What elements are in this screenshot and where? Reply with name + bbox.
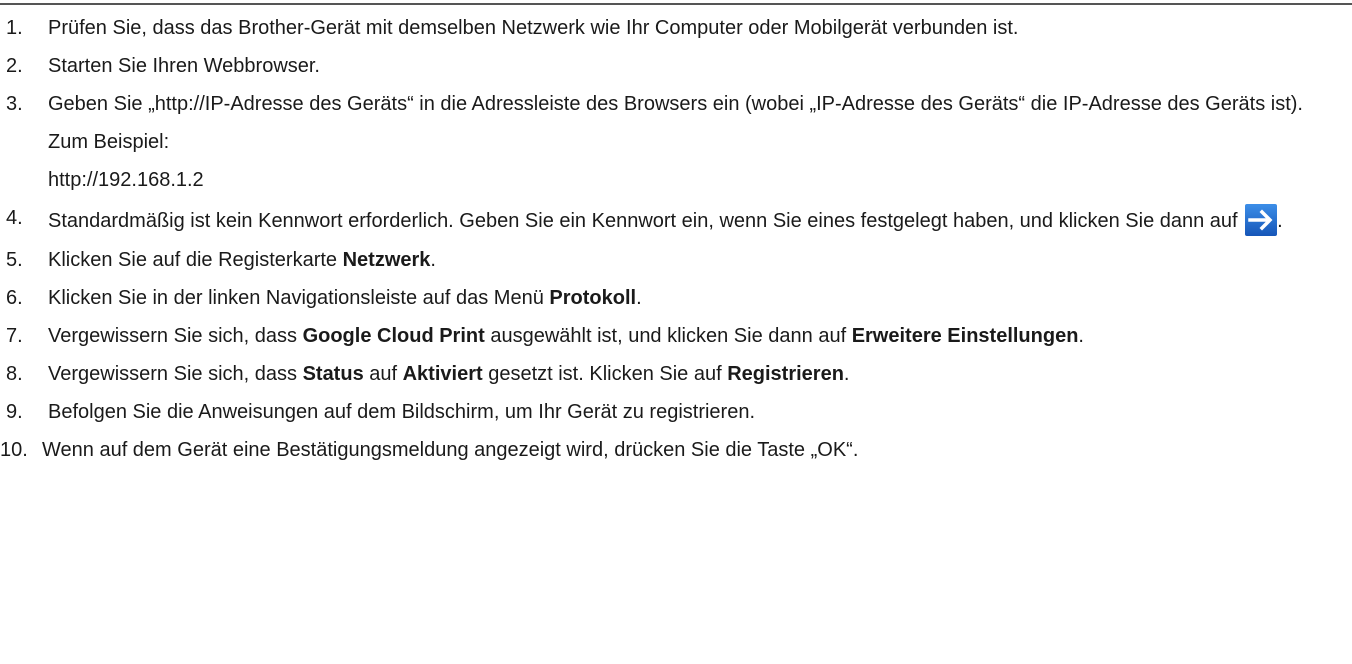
- step-3-body: Geben Sie „http://IP-Adresse des Geräts“…: [48, 90, 1340, 194]
- ui-term-netzwerk: Netzwerk: [342, 249, 431, 271]
- step-text: Starten Sie Ihren Webbrowser.: [48, 55, 320, 77]
- step-text: Klicken Sie in der linken Navigationslei…: [48, 287, 550, 309]
- step-number: 7.: [6, 325, 23, 347]
- ui-term-google-cloud-print: Google Cloud Print: [302, 325, 485, 347]
- ui-term-erweitere-einstellungen: Erweitere Einstellungen: [851, 325, 1079, 347]
- step-text-mid: auf: [363, 363, 403, 385]
- step-1: 1. Prüfen Sie, dass das Brother-Gerät mi…: [0, 14, 1340, 42]
- step-2: 2. Starten Sie Ihren Webbrowser.: [0, 52, 1340, 80]
- step-text-end: .: [843, 363, 850, 385]
- step-number: 1.: [6, 17, 23, 39]
- step-text-end: .: [1078, 325, 1084, 347]
- step-text: Vergewissern Sie sich, dass: [48, 363, 303, 385]
- step-number: 2.: [6, 55, 23, 77]
- step-text: Klicken Sie auf die Registerkarte: [48, 249, 343, 271]
- step-7-body: Vergewissern Sie sich, dass Google Cloud…: [48, 322, 1340, 350]
- step-text: Geben Sie „http://IP-Adresse des Geräts“…: [48, 93, 1303, 115]
- step-9: 9. Befolgen Sie die Anweisungen auf dem …: [0, 398, 1340, 426]
- step-text-mid: ausgewählt ist, und klicken Sie dann auf: [484, 325, 852, 347]
- step-text: Wenn auf dem Gerät eine Bestätigungsmeld…: [42, 439, 859, 461]
- step-text: Befolgen Sie die Anweisungen auf dem Bil…: [48, 401, 756, 423]
- example-label: Zum Beispiel:: [48, 131, 170, 153]
- step-3: 3. Geben Sie „http://IP-Adresse des Gerä…: [0, 90, 1340, 194]
- step-number: 6.: [6, 287, 23, 309]
- step-text-end: .: [1277, 210, 1283, 232]
- step-text: Standardmäßig ist kein Kennwort erforder…: [48, 210, 1244, 232]
- step-number: 9.: [6, 401, 23, 423]
- step-number: 5.: [6, 249, 23, 271]
- ui-term-registrieren: Registrieren: [727, 363, 844, 385]
- step-text-end: .: [430, 249, 436, 271]
- step-10: 10. Wenn auf dem Gerät eine Bestätigungs…: [0, 436, 1340, 464]
- step-text-mid: gesetzt ist. Klicken Sie auf: [482, 363, 728, 385]
- step-number: 8.: [6, 363, 23, 385]
- step-text-end: .: [636, 287, 642, 309]
- example-url: http://192.168.1.2: [48, 169, 204, 191]
- step-4: 4. Standardmäßig ist kein Kennwort erfor…: [0, 204, 1340, 236]
- step-6: 6. Klicken Sie in der linken Navigations…: [0, 284, 1340, 312]
- ui-term-aktiviert: Aktiviert: [402, 363, 483, 385]
- step-5-body: Klicken Sie auf die Registerkarte Netzwe…: [48, 246, 1340, 274]
- step-5: 5. Klicken Sie auf die Registerkarte Net…: [0, 246, 1340, 274]
- step-number: 4.: [6, 207, 23, 229]
- ui-term-protokoll: Protokoll: [549, 287, 637, 309]
- top-divider: [0, 3, 1352, 5]
- step-4-body: Standardmäßig ist kein Kennwort erforder…: [48, 204, 1340, 236]
- instruction-list: 1. Prüfen Sie, dass das Brother-Gerät mi…: [0, 14, 1340, 474]
- step-number: 10.: [0, 439, 28, 461]
- step-text: Prüfen Sie, dass das Brother-Gerät mit d…: [48, 17, 1019, 39]
- step-8: 8. Vergewissern Sie sich, dass Status au…: [0, 360, 1340, 388]
- step-8-body: Vergewissern Sie sich, dass Status auf A…: [48, 360, 1340, 388]
- step-number: 3.: [6, 93, 23, 115]
- step-text: Vergewissern Sie sich, dass: [48, 325, 303, 347]
- ui-term-status: Status: [302, 363, 364, 385]
- document-page: 1. Prüfen Sie, dass das Brother-Gerät mi…: [0, 0, 1352, 664]
- arrow-right-icon: [1245, 204, 1278, 236]
- step-6-body: Klicken Sie in der linken Navigationslei…: [48, 284, 1340, 312]
- step-7: 7. Vergewissern Sie sich, dass Google Cl…: [0, 322, 1340, 350]
